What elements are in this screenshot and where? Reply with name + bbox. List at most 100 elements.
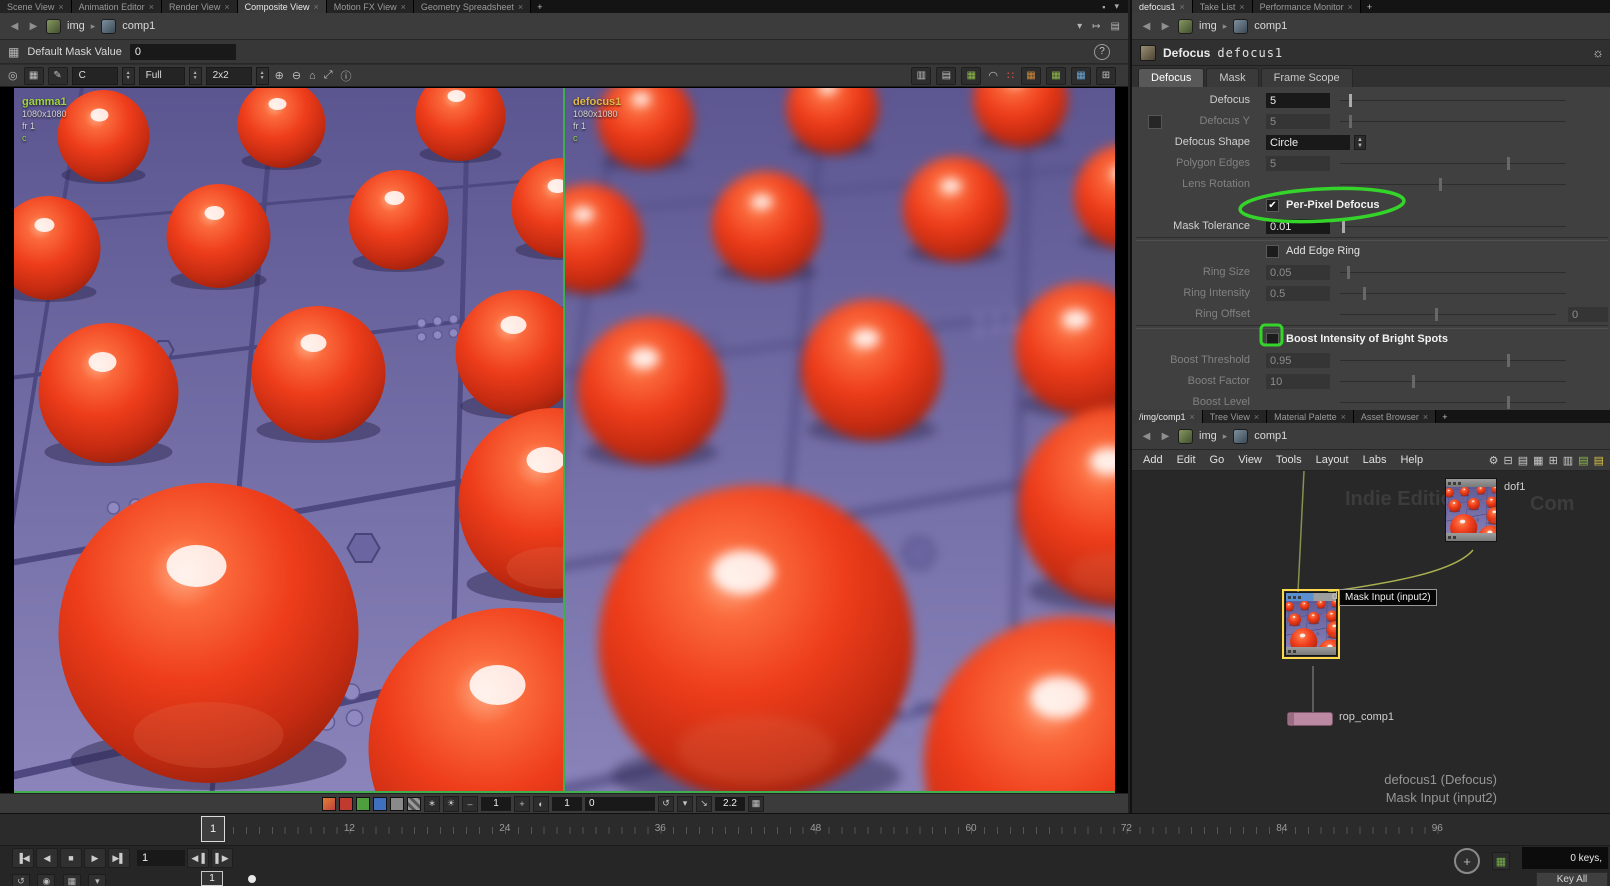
swatch-rgb-icon[interactable] [322, 797, 336, 811]
node-flags-bar[interactable] [1446, 479, 1496, 487]
add-edge-ring-checkbox[interactable] [1266, 245, 1279, 258]
node-name-field[interactable]: defocus1 [1217, 46, 1283, 60]
network-editor[interactable]: Indie Edition Com dof1 d Mask Input (inp… [1132, 471, 1610, 813]
pane-tab-tree-view[interactable]: Tree View× [1203, 410, 1267, 423]
tile-select[interactable]: 2x2 [206, 67, 252, 85]
gamma-value[interactable]: 2.2 [715, 797, 745, 811]
jump-first-frame-button[interactable]: ▐◀ [12, 848, 34, 868]
pane-tab-take-list[interactable]: Take List× [1193, 0, 1253, 13]
ring-offset-slider[interactable] [1340, 308, 1556, 321]
mask-tolerance-slider[interactable] [1340, 220, 1566, 233]
contrast-value[interactable]: 1 [552, 797, 582, 811]
split-button[interactable]: ▤ [936, 67, 956, 85]
pane-tab--img-comp1[interactable]: /img/comp1× [1132, 410, 1203, 423]
swatch-alpha-icon[interactable] [390, 797, 404, 811]
param-folder-tab-frame-scope[interactable]: Frame Scope [1261, 68, 1353, 87]
brush-button[interactable]: ✎ [48, 67, 68, 85]
node-flags-bar[interactable] [1286, 647, 1336, 655]
record-dots-icon[interactable]: ∷ [1005, 69, 1016, 82]
pane-maximize-icon[interactable]: ▪ [1102, 2, 1105, 12]
compare-button[interactable]: ▥ [911, 67, 931, 85]
resolution-select[interactable]: Full [139, 67, 185, 85]
menu-add[interactable]: Add [1136, 454, 1170, 466]
node-rop-comp1[interactable] [1287, 712, 1333, 726]
breadcrumb-context[interactable]: img [1199, 20, 1217, 32]
mask-tolerance-field[interactable]: 0.01 [1266, 219, 1330, 234]
per-pixel-defocus-checkbox[interactable]: ✔ [1266, 199, 1279, 212]
breadcrumb-context[interactable]: img [1199, 430, 1217, 442]
ring-size-slider[interactable] [1340, 266, 1566, 279]
new-tab-button[interactable]: + [1436, 410, 1453, 423]
node-dof1[interactable] [1445, 478, 1497, 542]
defocus-slider[interactable] [1340, 94, 1566, 107]
menu-labs[interactable]: Labs [1356, 454, 1394, 466]
node-flags-bar[interactable] [1286, 593, 1336, 601]
view-mode-button[interactable]: ▦ [24, 67, 44, 85]
tab-close-icon[interactable]: × [1239, 2, 1244, 12]
list-icon[interactable]: ▤ [1518, 454, 1528, 467]
gear-icon[interactable]: ☼ [1592, 45, 1604, 60]
file-yellow-icon[interactable]: ▤ [1594, 454, 1604, 467]
range-slider-handle[interactable] [248, 875, 256, 883]
tile-stepper[interactable]: ▲▼ [256, 67, 269, 85]
file-green-icon[interactable]: ▤ [1578, 454, 1588, 467]
polygon-edges-slider[interactable] [1340, 157, 1566, 170]
boost-threshold-slider[interactable] [1340, 354, 1566, 367]
columns-icon[interactable]: ▥ [1563, 454, 1573, 467]
minus-step-button[interactable]: – [462, 796, 478, 812]
dopesheet-icon[interactable]: ▦ [63, 874, 81, 886]
audio-icon[interactable]: ▾ [88, 874, 106, 886]
node-flags-bar[interactable] [1446, 533, 1496, 541]
layout-orange-icon[interactable]: ▦ [1021, 67, 1041, 85]
grid-icon[interactable]: ▦ [1533, 454, 1543, 467]
boost-threshold-field[interactable]: 0.95 [1266, 353, 1330, 368]
breadcrumb-node[interactable]: comp1 [1254, 20, 1287, 32]
network-pan-control[interactable]: + [1454, 848, 1480, 874]
timeline-ruler[interactable]: 1 1224364860728496 [0, 814, 1610, 846]
forward-icon[interactable]: ▶ [1159, 21, 1172, 32]
frame-all-icon[interactable]: ⤢ [322, 69, 335, 82]
forward-icon[interactable]: ▶ [27, 21, 40, 32]
pane-tab-defocus1[interactable]: defocus1× [1132, 0, 1193, 13]
defocus-field[interactable]: 5 [1266, 93, 1330, 108]
pane-tab-composite-view[interactable]: Composite View× [238, 0, 327, 13]
zoom-out-icon[interactable]: ⊖ [290, 69, 303, 82]
pane-tab-animation-editor[interactable]: Animation Editor× [72, 0, 162, 13]
headphones-icon[interactable]: ◠ [986, 69, 1000, 82]
menu-view[interactable]: View [1231, 454, 1269, 466]
next-frame-button[interactable]: ▌▶ [211, 848, 233, 868]
node-defocus1-selected[interactable] [1285, 592, 1337, 656]
dropdown-icon[interactable]: ▾ [677, 796, 693, 812]
lens-rotation-slider[interactable] [1340, 178, 1566, 191]
boost-factor-slider[interactable] [1340, 375, 1566, 388]
ring-intensity-field[interactable]: 0.5 [1266, 286, 1330, 301]
tab-close-icon[interactable]: × [1180, 2, 1185, 12]
breadcrumb-node[interactable]: comp1 [1254, 430, 1287, 442]
pane-tab-motion-fx-view[interactable]: Motion FX View× [327, 0, 414, 13]
stop-button[interactable]: ■ [60, 848, 82, 868]
param-folder-tab-defocus[interactable]: Defocus [1138, 68, 1204, 87]
tab-close-icon[interactable]: × [401, 2, 406, 12]
viewer-image-defocus1[interactable]: defocus1 1080x1080 fr 1 c [565, 88, 1115, 791]
swatch-red-icon[interactable] [339, 797, 353, 811]
sun-icon[interactable]: ☀ [443, 796, 459, 812]
play-reverse-button[interactable]: ◀ [36, 848, 58, 868]
default-mask-value-input[interactable]: 0 [130, 44, 236, 60]
back-icon[interactable]: ◀ [1140, 431, 1153, 442]
tab-close-icon[interactable]: × [1190, 412, 1195, 422]
tab-close-icon[interactable]: × [1348, 2, 1353, 12]
step-value[interactable]: 1 [481, 797, 511, 811]
swatch-checker-icon[interactable] [407, 797, 421, 811]
menu-help[interactable]: Help [1393, 454, 1430, 466]
current-frame-marker[interactable]: 1 [201, 816, 225, 842]
resolution-stepper[interactable]: ▲▼ [189, 67, 202, 85]
swatch-green-icon[interactable] [356, 797, 370, 811]
offset-value[interactable]: 0 [585, 797, 655, 811]
boost-level-slider[interactable] [1340, 396, 1566, 409]
swatch-blue-icon[interactable] [373, 797, 387, 811]
snapshot-button[interactable]: ▦ [961, 67, 981, 85]
loop-icon[interactable]: ↺ [12, 874, 30, 886]
boost-factor-field[interactable]: 10 [1266, 374, 1330, 389]
ring-intensity-slider[interactable] [1340, 287, 1566, 300]
snap-grid-icon[interactable]: ▦ [1492, 852, 1510, 870]
